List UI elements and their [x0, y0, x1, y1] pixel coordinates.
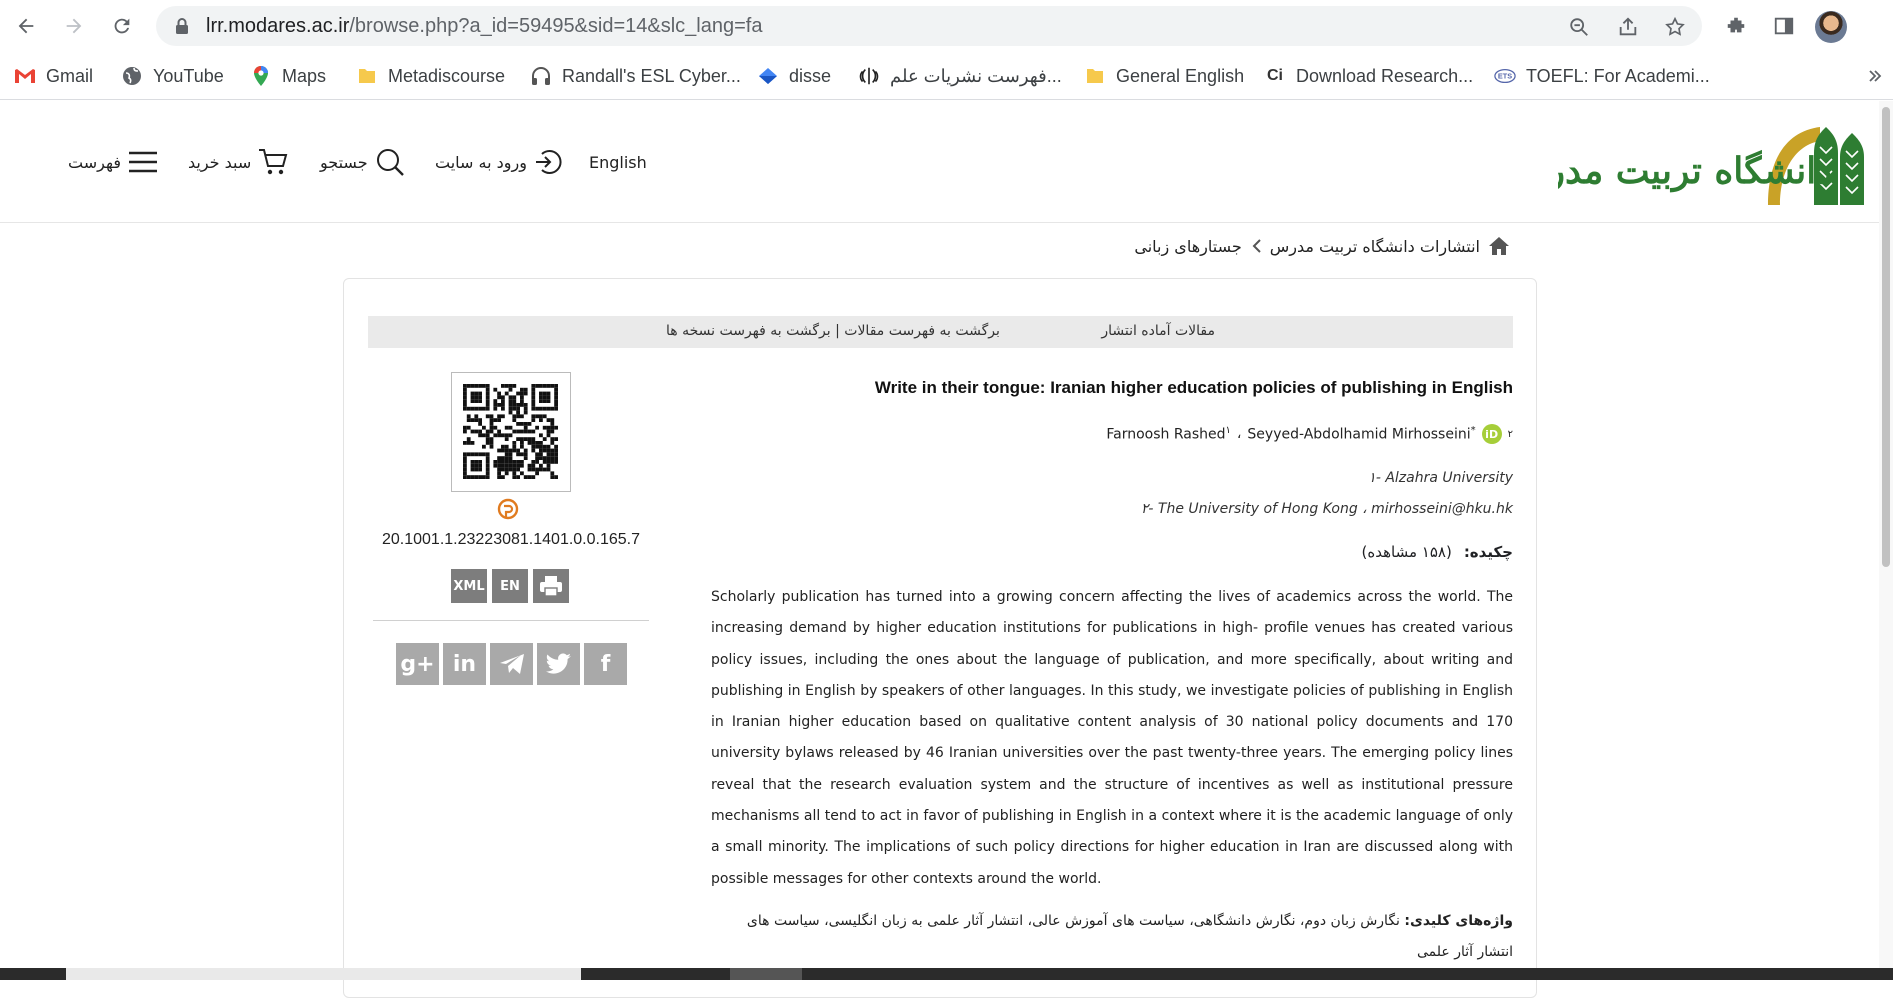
- back-to-lists-link[interactable]: برگشت به فهرست مقالات | برگشت به فهرست ن…: [666, 323, 1000, 339]
- orcid-icon[interactable]: iD: [1481, 424, 1502, 444]
- site-header: فهرست سبد خرید جستجو ورود به سایت Englis…: [0, 101, 1893, 223]
- keywords: واژه‌های کلیدی: نگارش زبان دوم، نگارش دا…: [746, 913, 1513, 960]
- diamond-icon: [757, 65, 779, 87]
- bookmark-maps[interactable]: Maps: [250, 62, 326, 90]
- article-title: Write in their tongue: Iranian higher ed…: [874, 378, 1513, 397]
- author-link[interactable]: Seyyed-Abdolhamid Mirhosseini*: [1247, 425, 1475, 443]
- gmail-icon: [14, 65, 36, 87]
- back-button[interactable]: [10, 10, 42, 42]
- bookmark-randalls[interactable]: Randall's ESL Cyber...: [530, 62, 741, 90]
- arrow-right-icon: [66, 18, 82, 34]
- taskbar: [0, 968, 1893, 980]
- side-panel-icon[interactable]: [1769, 11, 1799, 41]
- chevron-left-icon: [1252, 239, 1261, 253]
- bookmark-gmail[interactable]: Gmail: [14, 62, 93, 90]
- scrollbar-thumb[interactable]: [1882, 107, 1890, 567]
- extensions-icon[interactable]: [1721, 11, 1751, 41]
- forward-button[interactable]: [58, 10, 90, 42]
- bookmark-toefl[interactable]: ETS TOEFL: For Academi...: [1494, 62, 1710, 90]
- iran-emblem-icon: [858, 65, 880, 87]
- reload-icon: [114, 18, 130, 34]
- qr-code: [451, 372, 571, 492]
- print-button[interactable]: [533, 569, 569, 603]
- breadcrumb-home[interactable]: انتشارات دانشگاه تربیت مدرس: [1270, 237, 1480, 256]
- menu-button[interactable]: فهرست: [68, 145, 159, 179]
- ci-icon: Ci: [1267, 67, 1283, 84]
- folder-icon: [1084, 65, 1106, 87]
- university-logo[interactable]: دانشگاه تربیت مدرس: [1504, 117, 1870, 209]
- browser-toolbar: lrr.modares.ac.ir/browse.php?a_id=59495&…: [0, 0, 1893, 52]
- headphones-icon: [530, 65, 552, 87]
- globe-icon: [121, 65, 143, 87]
- login-icon: [535, 150, 562, 174]
- profile-avatar[interactable]: [1815, 11, 1847, 43]
- home-icon[interactable]: [1488, 236, 1510, 256]
- affiliation-1: ۱- Alzahra University: [1368, 470, 1513, 486]
- page-scrollbar[interactable]: [1879, 101, 1893, 971]
- lock-icon: [176, 18, 188, 34]
- bookmark-youtube[interactable]: YouTube: [121, 62, 224, 90]
- breadcrumb: انتشارات دانشگاه تربیت مدرس جستارهای زبا…: [1134, 236, 1510, 256]
- ready-articles-link[interactable]: مقالات آماده انتشار: [1101, 323, 1215, 339]
- view-count: (۱۵۸ مشاهده): [1361, 543, 1452, 561]
- abstract-heading: چکیده: (۱۵۸ مشاهده): [1361, 543, 1513, 561]
- search-button[interactable]: جستجو: [320, 145, 406, 179]
- telegram-icon[interactable]: [490, 643, 533, 685]
- url-text: lrr.modares.ac.ir/browse.php?a_id=59495&…: [206, 15, 763, 37]
- affiliation-2: ۲- The University of Hong Kong ، mirhoss…: [1140, 501, 1513, 517]
- maps-pin-icon: [250, 65, 272, 87]
- twitter-icon[interactable]: [537, 643, 580, 685]
- svg-text:ETS: ETS: [1498, 72, 1512, 81]
- address-bar[interactable]: lrr.modares.ac.ir/browse.php?a_id=59495&…: [156, 6, 1702, 46]
- arrow-left-icon: [18, 18, 34, 34]
- doi-text[interactable]: 20.1001.1.23223081.1401.0.0.165.7: [376, 531, 646, 549]
- breadcrumb-current[interactable]: جستارهای زبانی: [1134, 237, 1241, 256]
- facebook-icon[interactable]: f: [584, 643, 627, 685]
- bookmarks-overflow[interactable]: [1864, 62, 1886, 90]
- linkedin-icon[interactable]: in: [443, 643, 486, 685]
- doi-icon[interactable]: [497, 498, 519, 522]
- author-link[interactable]: Farnoosh Rashed۱: [1106, 425, 1231, 443]
- en-button[interactable]: EN: [492, 569, 528, 603]
- search-icon: [376, 149, 404, 176]
- bookmarks-bar: Gmail YouTube Maps Metadiscourse Randall…: [0, 52, 1893, 100]
- bookmark-download-research[interactable]: Ci Download Research...: [1264, 62, 1473, 90]
- bookmark-star-icon[interactable]: [1662, 14, 1688, 40]
- ets-icon: ETS: [1494, 65, 1516, 87]
- bookmark-metadiscourse[interactable]: Metadiscourse: [356, 62, 505, 90]
- abstract-text: Scholarly publication has turned into a …: [711, 589, 1513, 887]
- bookmark-general-english[interactable]: General English: [1084, 62, 1244, 90]
- bookmark-journals[interactable]: فهرست نشریات علم...: [858, 62, 1062, 90]
- chevron-double-right-icon: [1864, 65, 1886, 87]
- cart-icon: [259, 149, 288, 175]
- bookmark-disse[interactable]: disse: [757, 62, 831, 90]
- article-authors: Farnoosh Rashed۱ ، Seyyed-Abdolhamid Mir…: [1106, 424, 1513, 444]
- zoom-icon[interactable]: [1566, 14, 1592, 40]
- folder-icon: [356, 65, 378, 87]
- english-link[interactable]: English: [589, 145, 647, 179]
- share-icon[interactable]: [1615, 14, 1641, 40]
- cart-button[interactable]: سبد خرید: [188, 145, 289, 179]
- article-nav-bar: مقالات آماده انتشار برگشت به فهرست مقالا…: [368, 316, 1513, 348]
- login-button[interactable]: ورود به سایت: [435, 145, 563, 179]
- xml-button[interactable]: XML: [451, 569, 487, 603]
- reload-button[interactable]: [106, 10, 138, 42]
- sidebar-divider: [373, 620, 649, 621]
- google-plus-icon[interactable]: g+: [396, 643, 439, 685]
- print-icon: [540, 576, 562, 597]
- hamburger-icon: [128, 151, 157, 173]
- svg-text:دانشگاه تربیت مدرس: دانشگاه تربیت مدرس: [1558, 149, 1832, 193]
